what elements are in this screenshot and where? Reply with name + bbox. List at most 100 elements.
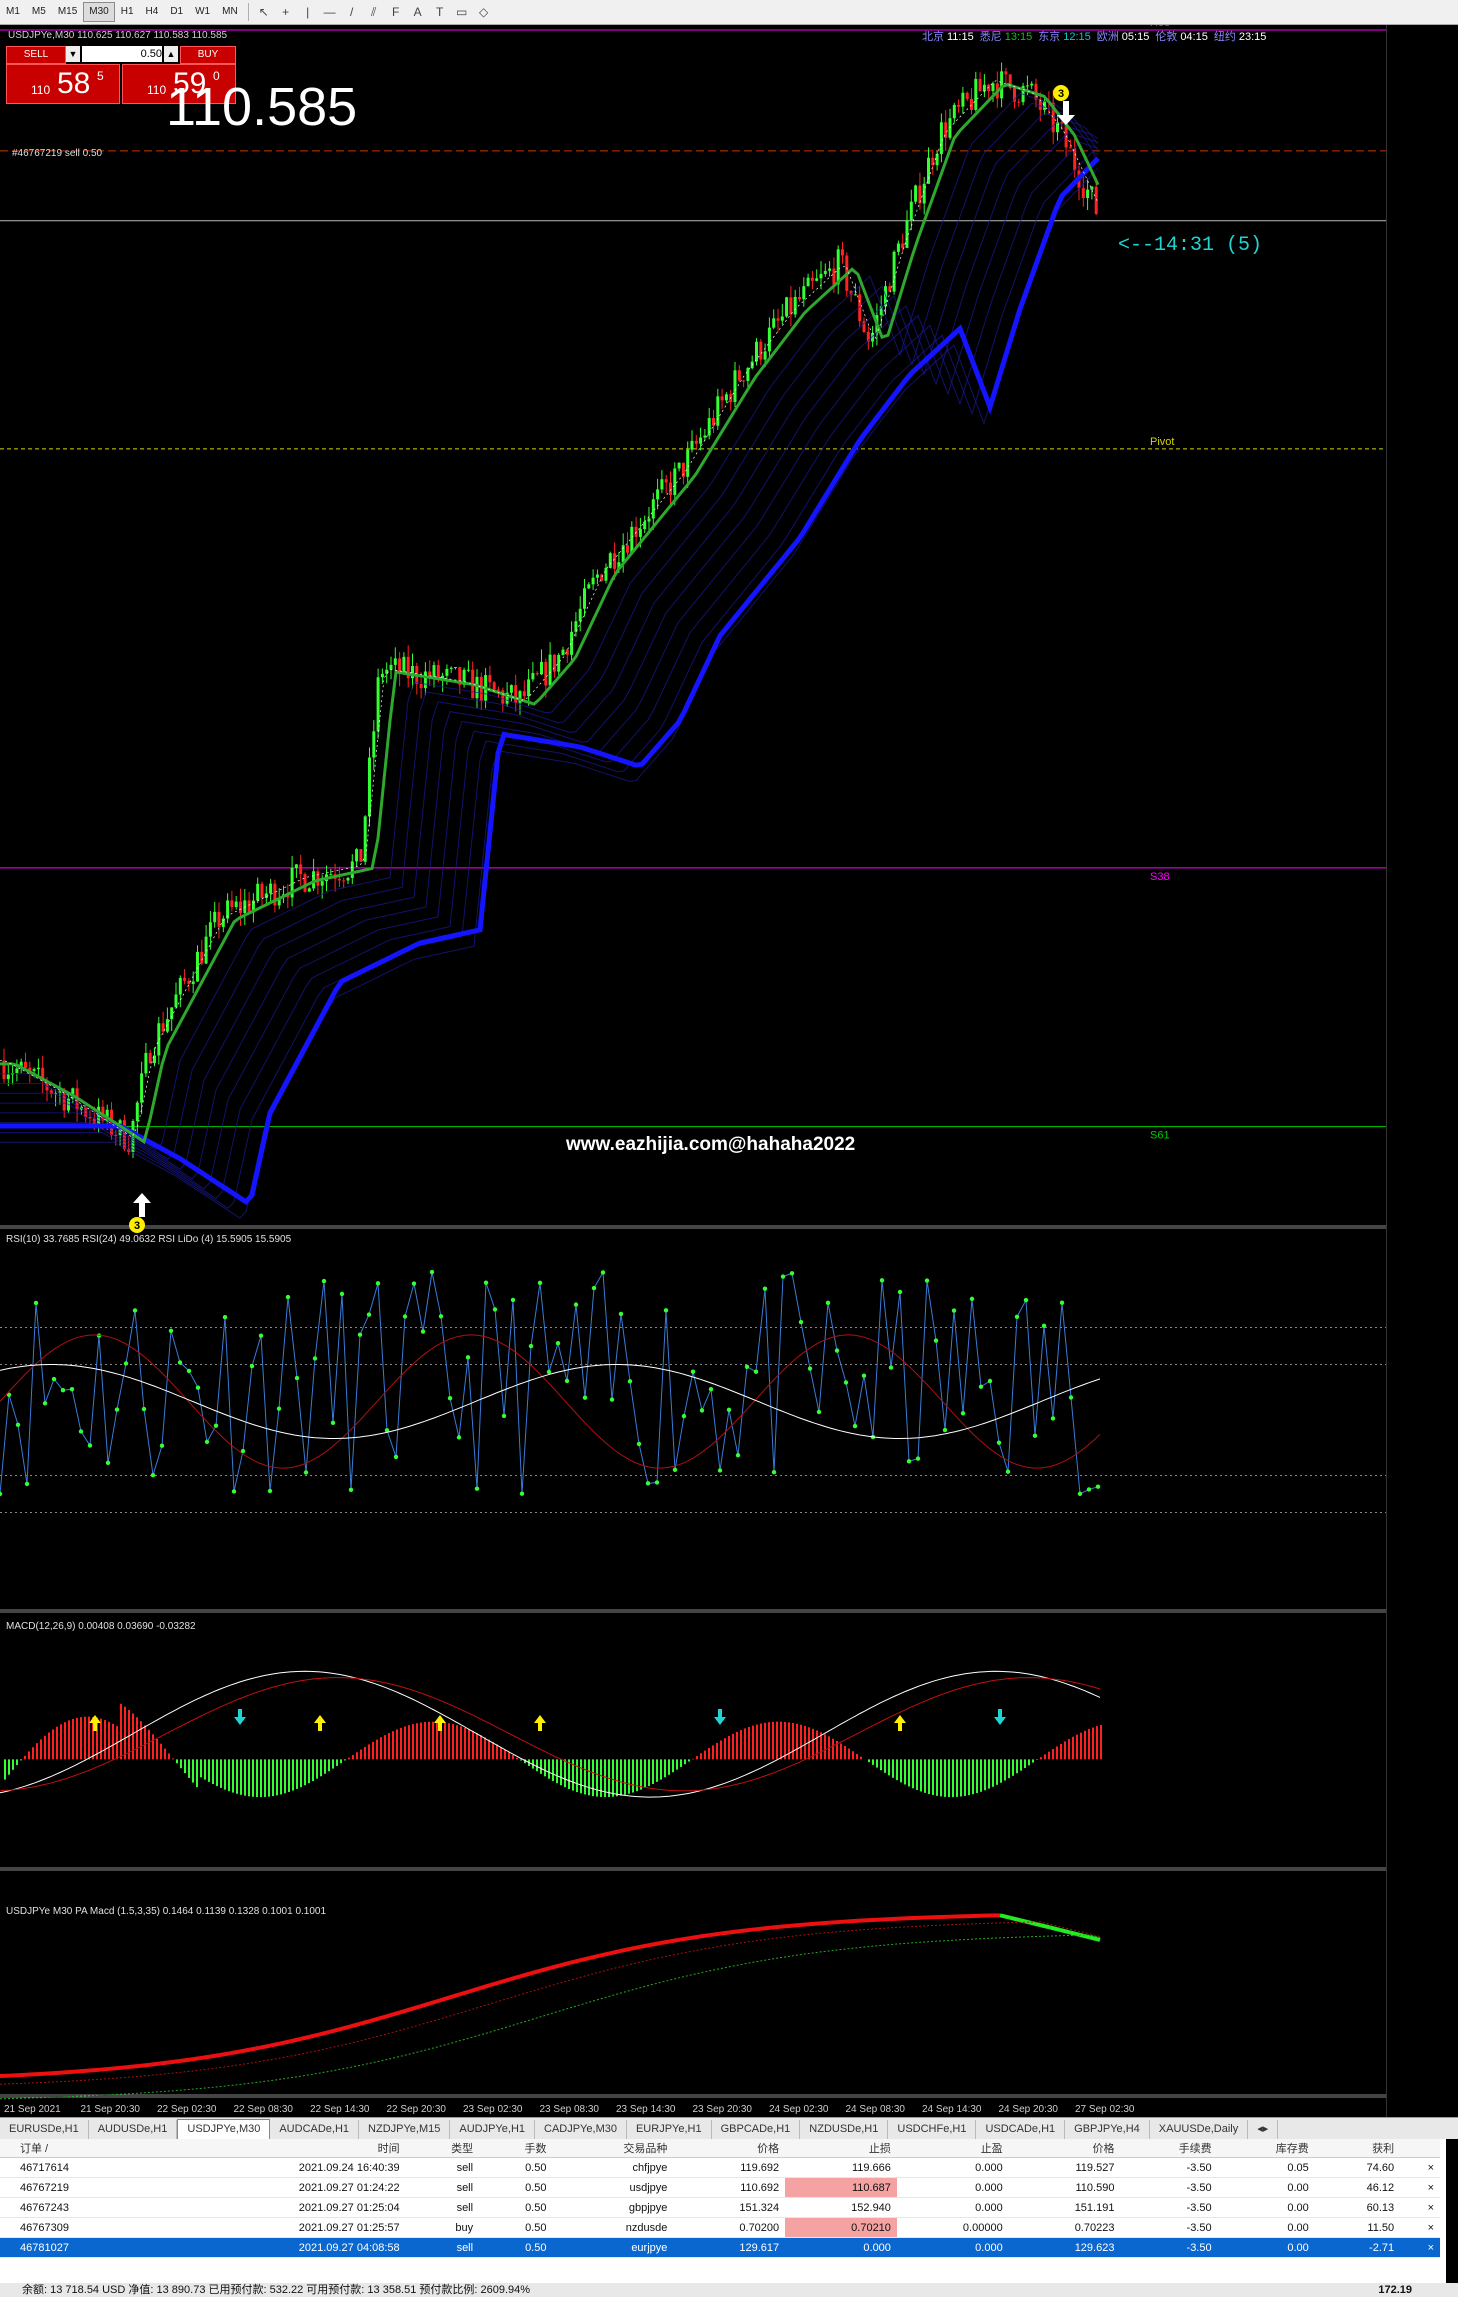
column-header[interactable]: 止损	[785, 2139, 897, 2158]
timeframe-m15[interactable]: M15	[52, 2, 83, 22]
buy-button[interactable]: BUY	[180, 46, 236, 64]
table-cell: 152.940	[785, 2197, 897, 2218]
fibonacci-icon[interactable]: F	[385, 3, 407, 21]
text-icon[interactable]: A	[407, 3, 429, 21]
marker-number: 3	[1058, 88, 1064, 100]
table-row[interactable]: 46717614 2021.09.24 16:40:39 sell 0.50 chfjp…	[0, 2157, 1440, 2178]
chart-tab[interactable]: USDCHFe,H1	[888, 2120, 977, 2139]
timeframe-mn[interactable]: MN	[216, 2, 244, 22]
timeframe-w1[interactable]: W1	[189, 2, 216, 22]
horizontal-line-icon[interactable]: —	[319, 3, 341, 21]
table-row[interactable]: 46781027 2021.09.27 04:08:58 sell 0.50 eurjp…	[0, 2237, 1440, 2258]
candle-body	[1038, 99, 1042, 110]
column-header[interactable]: 时间	[161, 2139, 406, 2158]
candle-body	[260, 883, 264, 898]
crosshair-icon[interactable]: +	[275, 3, 297, 21]
macd-histogram-bar	[968, 1759, 970, 1796]
tab-scroll-icon[interactable]: ◂▸	[1248, 2120, 1279, 2139]
table-cell: 0.70210	[785, 2217, 897, 2238]
sell-price-button[interactable]: 110 58 5	[6, 64, 120, 104]
macd-histogram-bar	[620, 1759, 622, 1796]
chart-tab[interactable]: XAUUSDe,Daily	[1150, 2120, 1249, 2139]
chart-canvas[interactable]: 110.835110.775110.715110.655110.595110.5…	[0, 17, 1434, 2117]
macd-histogram-bar	[76, 1717, 78, 1760]
rsi-dot	[663, 1308, 669, 1313]
timeframe-h4[interactable]: H4	[140, 2, 165, 22]
chart-tab[interactable]: CADJPYe,M30	[535, 2120, 627, 2139]
macd-histogram-bar	[632, 1759, 634, 1793]
vertical-line-icon[interactable]: |	[297, 3, 319, 21]
chart-tab[interactable]: NZDUSDe,H1	[800, 2120, 889, 2139]
macd-histogram-bar	[168, 1753, 170, 1760]
timeframe-m30[interactable]: M30	[83, 2, 115, 22]
macd-histogram-bar	[352, 1754, 354, 1760]
column-header[interactable]: 获利	[1314, 2139, 1401, 2158]
timeframe-m5[interactable]: M5	[26, 2, 52, 22]
rsi-dot	[204, 1439, 210, 1445]
table-cell: 0.50	[479, 2197, 553, 2218]
cursor-icon[interactable]: ↖	[253, 3, 275, 21]
close-order-icon[interactable]: ×	[1400, 2237, 1440, 2258]
macd-histogram-bar	[336, 1759, 338, 1766]
table-row[interactable]: 46767243 2021.09.27 01:25:04 sell 0.50 gbpjp…	[0, 2197, 1440, 2218]
column-header[interactable]: 价格	[1008, 2139, 1121, 2158]
column-header[interactable]: 库存费	[1217, 2139, 1315, 2158]
label-icon[interactable]: T	[429, 3, 451, 21]
candle-body	[531, 673, 535, 680]
close-order-icon[interactable]: ×	[1400, 2217, 1440, 2238]
pamacd-label: USDJPYe M30 PA Macd (1.5,3,35) 0.1464 0.…	[6, 1906, 326, 1917]
timeframe-h1[interactable]: H1	[115, 2, 140, 22]
chart-tab[interactable]: AUDUSDe,H1	[89, 2120, 178, 2139]
chart-area[interactable]: 110.835110.775110.715110.655110.595110.5…	[0, 17, 1434, 2117]
column-header[interactable]: 类型	[405, 2139, 480, 2158]
pamacd-line-segment	[139, 2062, 151, 2068]
macd-histogram-bar	[496, 1744, 498, 1760]
column-header[interactable]: 止盈	[896, 2139, 1009, 2158]
column-header[interactable]: 交易品种	[552, 2139, 674, 2158]
column-header[interactable]: 订单 /	[0, 2139, 162, 2158]
macd-histogram-bar	[512, 1755, 514, 1760]
channel-icon[interactable]: ⫽	[363, 3, 385, 21]
chart-tab[interactable]: USDJPYe,M30	[177, 2119, 271, 2139]
trendline-icon[interactable]: /	[341, 3, 363, 21]
session-name: 北京	[922, 31, 944, 43]
chart-tab[interactable]: GBPJPYe,H4	[1065, 2120, 1150, 2139]
table-row[interactable]: 46767219 2021.09.27 01:24:22 sell 0.50 usdjp…	[0, 2177, 1440, 2198]
macd-histogram-bar	[20, 1759, 22, 1761]
macd-histogram-bar	[812, 1728, 814, 1760]
chart-tab[interactable]: AUDCADe,H1	[270, 2120, 360, 2139]
watermark-text: www.eazhijia.com@hahaha2022	[566, 1134, 856, 1155]
chart-tab[interactable]: GBPCADe,H1	[712, 2120, 801, 2139]
chart-tab[interactable]: AUDJPYe,H1	[450, 2120, 535, 2139]
close-order-icon[interactable]: ×	[1400, 2197, 1440, 2218]
lot-up-icon[interactable]: ▲	[164, 46, 178, 62]
close-order-icon[interactable]: ×	[1400, 2177, 1440, 2198]
lot-input[interactable]: 0.50	[82, 46, 162, 62]
sell-button[interactable]: SELL	[6, 46, 66, 64]
table-cell: -3.50	[1120, 2157, 1218, 2178]
chart-tab[interactable]: EURUSDe,H1	[0, 2120, 89, 2139]
table-cell: 2021.09.27 01:25:04	[161, 2197, 406, 2218]
shapes-icon[interactable]: ◇	[473, 3, 495, 21]
session-name: 东京	[1038, 31, 1061, 43]
candle-body	[772, 318, 776, 328]
chart-tab[interactable]: EURJPYe,H1	[627, 2120, 712, 2139]
chart-tab[interactable]: USDCADe,H1	[976, 2120, 1066, 2139]
column-header[interactable]: 价格	[673, 2139, 786, 2158]
rsi-dot	[141, 1406, 147, 1412]
pamacd-line-segment	[179, 2057, 191, 2063]
pamacd-line-segment	[399, 2007, 411, 2015]
column-header[interactable]: 手数	[479, 2139, 553, 2158]
candle-body	[449, 667, 453, 669]
close-order-icon[interactable]: ×	[1400, 2157, 1440, 2178]
macd-histogram-bar	[736, 1731, 738, 1760]
timeframe-d1[interactable]: D1	[164, 2, 189, 22]
table-cell: 151.324	[673, 2197, 786, 2218]
table-row[interactable]: 46767309 2021.09.27 01:25:57 buy 0.50 nzdusd…	[0, 2217, 1440, 2238]
chart-tab[interactable]: NZDJPYe,M15	[359, 2120, 451, 2139]
lot-down-icon[interactable]: ▼	[66, 46, 80, 62]
timeframe-m1[interactable]: M1	[0, 2, 26, 22]
column-header[interactable]: 手续费	[1120, 2139, 1218, 2158]
rectangle-icon[interactable]: ▭	[451, 3, 473, 21]
candle-body	[561, 649, 565, 655]
